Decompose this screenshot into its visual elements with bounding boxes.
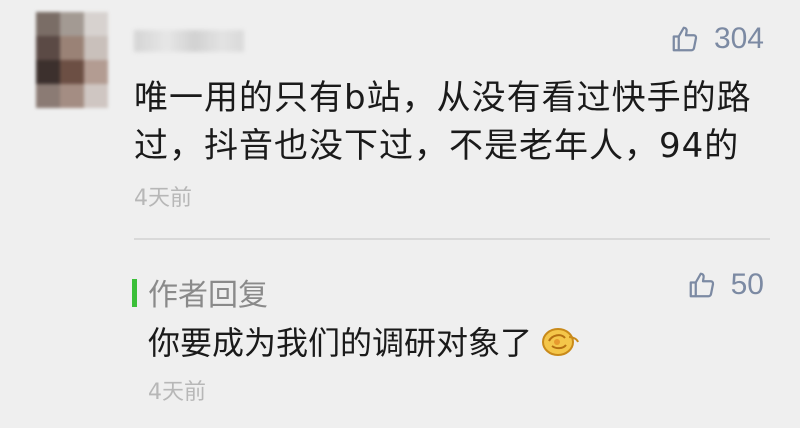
comment-text: 唯一用的只有b站，从没有看过快手的路过，抖音也没下过，不是老年人，94的 xyxy=(134,78,752,166)
reply-text-row: 你要成为我们的调研对象了 xyxy=(148,318,580,364)
reply-time: 4天前 xyxy=(148,380,206,405)
username-blurred[interactable] xyxy=(134,30,244,52)
reply-text: 你要成为我们的调研对象了 xyxy=(148,324,533,362)
reply-like-count: 50 xyxy=(730,268,764,301)
thumbs-up-icon xyxy=(689,272,714,298)
author-reply-label: 作者回复 xyxy=(148,278,268,313)
divider xyxy=(134,238,770,240)
author-reply-marker xyxy=(132,279,137,307)
avatar[interactable] xyxy=(36,12,108,108)
thumbs-up-icon xyxy=(672,26,698,52)
comment-time: 4天前 xyxy=(134,186,192,211)
like-button[interactable]: 304 xyxy=(670,22,764,56)
like-count: 304 xyxy=(713,22,764,55)
reply-like-button[interactable]: 50 xyxy=(687,268,764,302)
hand-emoji-icon xyxy=(542,328,579,356)
